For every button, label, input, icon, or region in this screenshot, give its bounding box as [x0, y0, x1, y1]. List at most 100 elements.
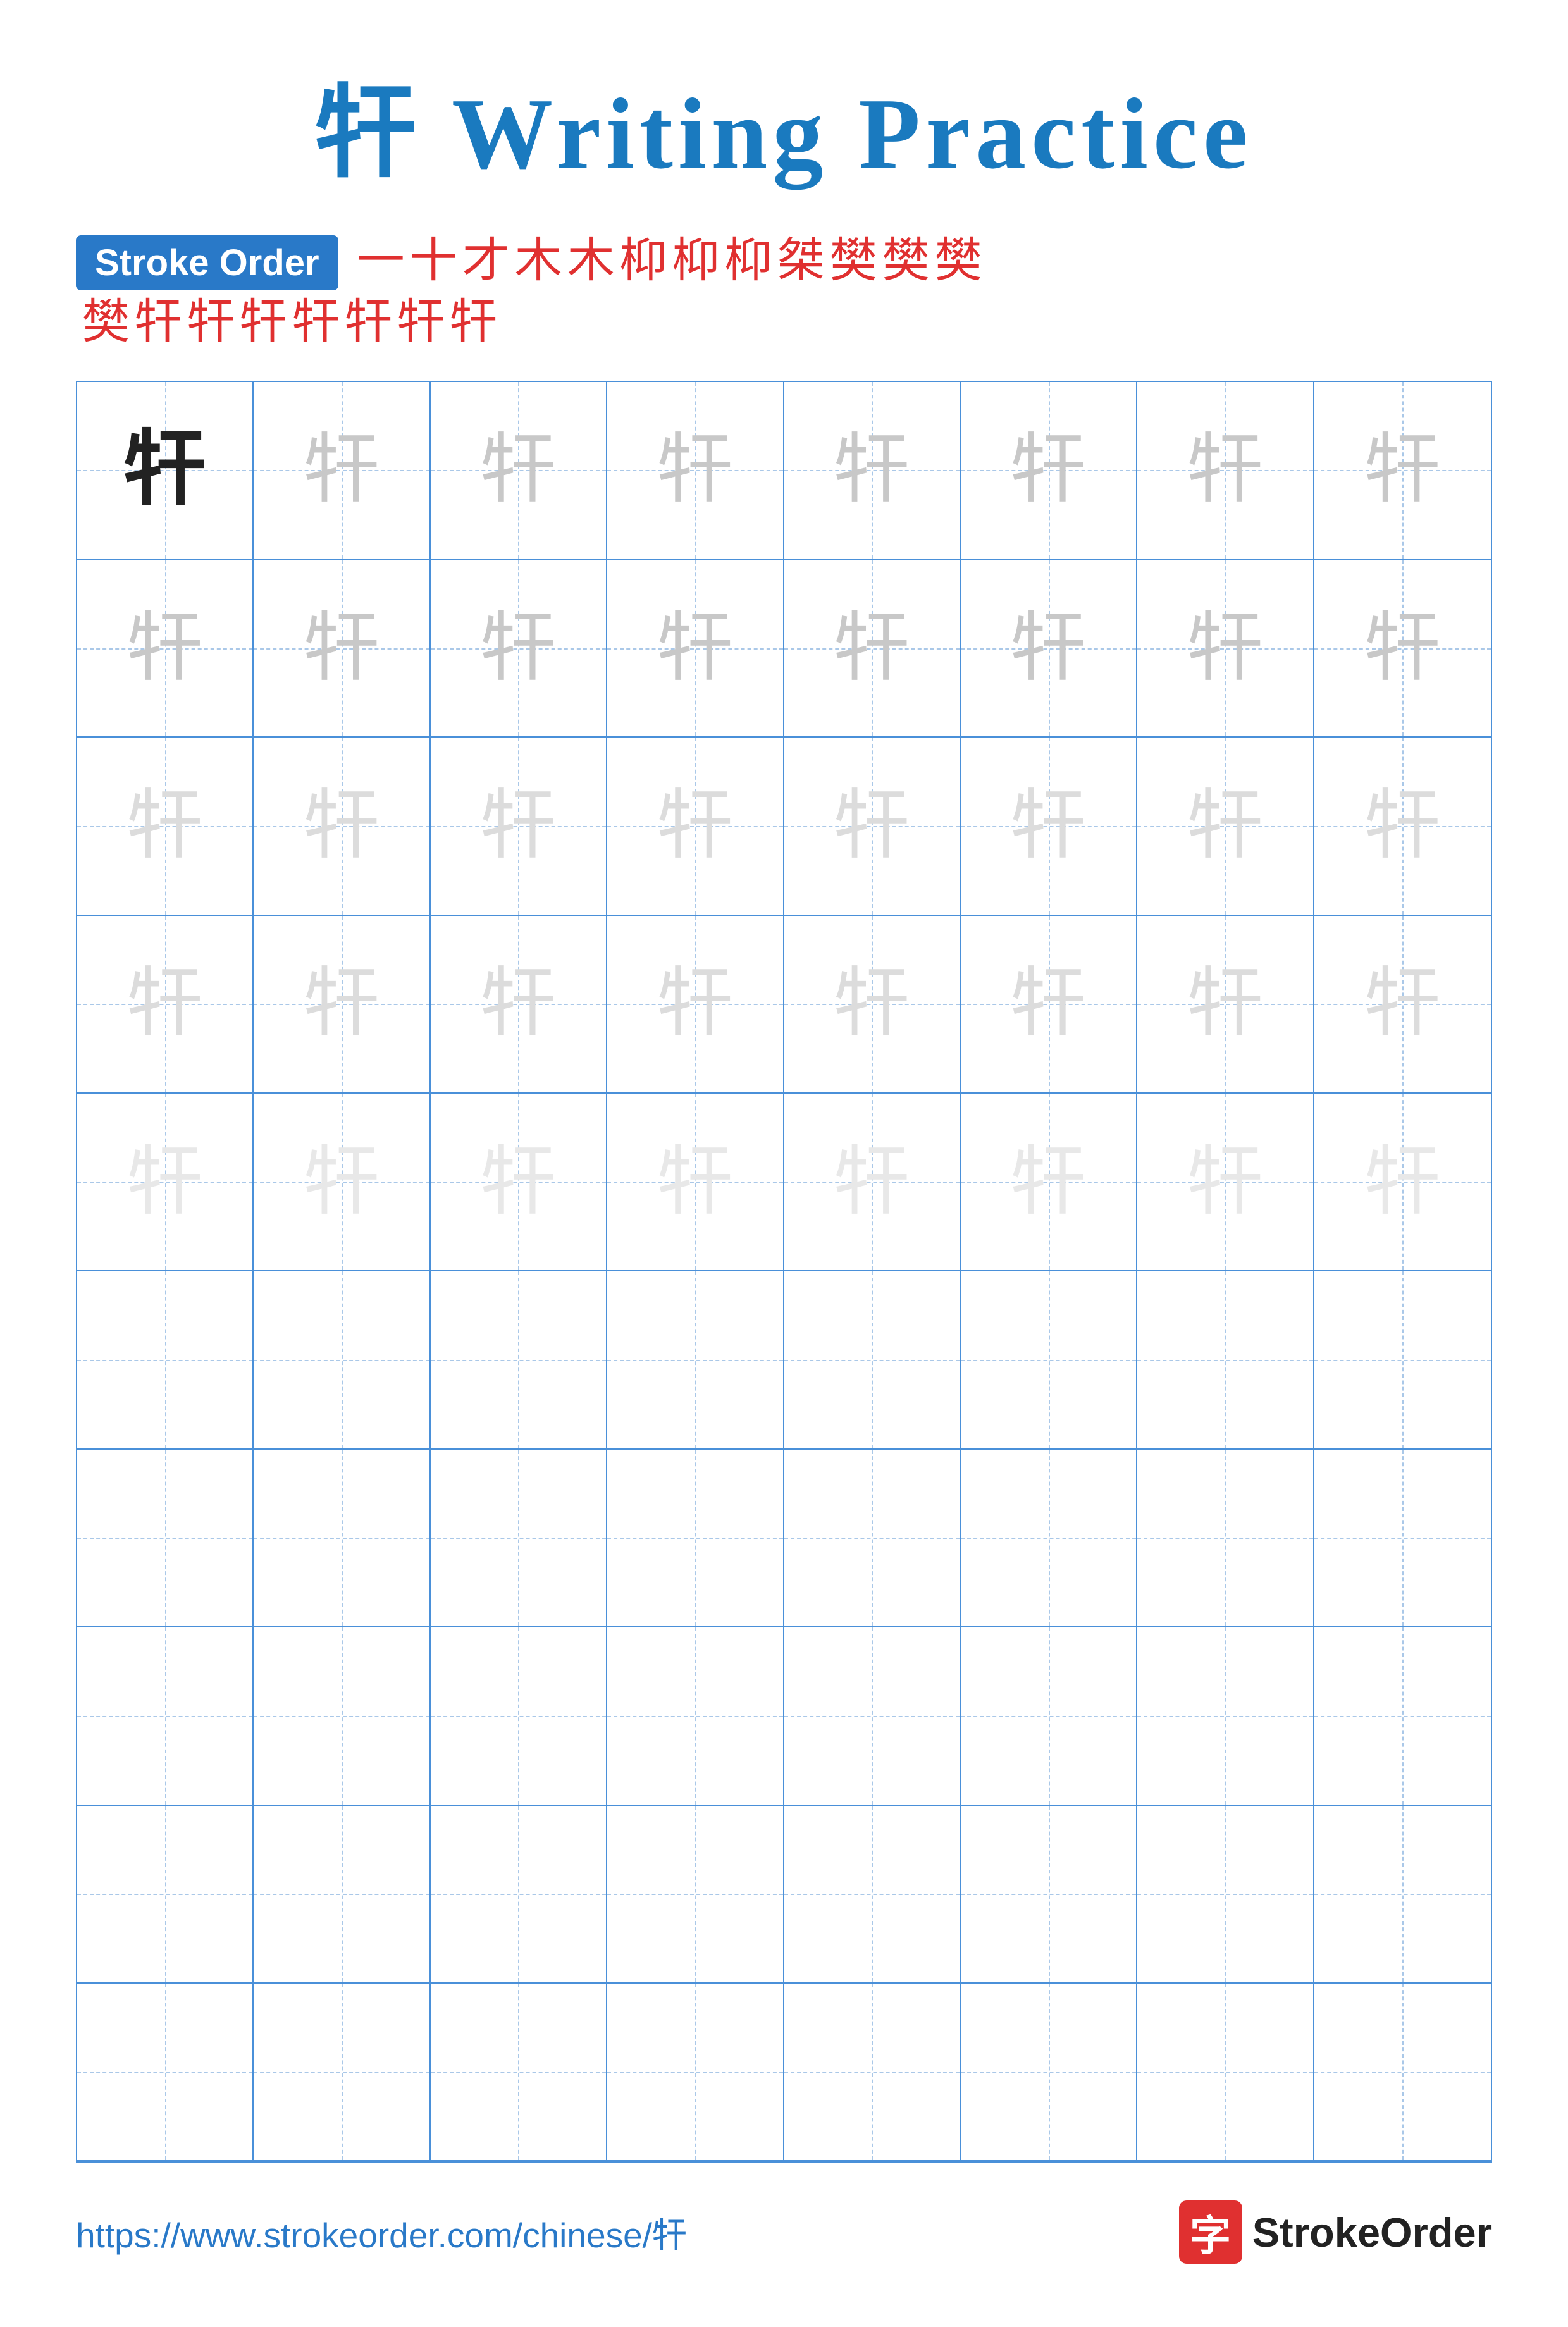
grid-cell-9-3[interactable]	[431, 1806, 607, 1982]
grid-cell-3-5[interactable]: 㸩	[784, 738, 961, 914]
grid-cell-10-1[interactable]	[77, 1984, 254, 2160]
stroke-3: 才	[462, 235, 510, 288]
grid-cell-1-4[interactable]: 㸩	[607, 382, 784, 559]
stroke-19: 㸩	[397, 297, 445, 349]
grid-cell-8-8[interactable]	[1314, 1627, 1491, 1804]
char-medium: 㸩	[1011, 610, 1087, 686]
grid-cell-6-4[interactable]	[607, 1271, 784, 1448]
grid-cell-5-1[interactable]: 㸩	[77, 1094, 254, 1270]
grid-cell-5-2[interactable]: 㸩	[254, 1094, 430, 1270]
grid-cell-6-5[interactable]	[784, 1271, 961, 1448]
grid-cell-4-8[interactable]: 㸩	[1314, 916, 1491, 1092]
grid-cell-6-6[interactable]	[961, 1271, 1137, 1448]
title-area: 㸩 Writing Practice	[76, 51, 1492, 197]
grid-cell-8-3[interactable]	[431, 1627, 607, 1804]
grid-cell-10-8[interactable]	[1314, 1984, 1491, 2160]
grid-cell-9-7[interactable]	[1137, 1806, 1314, 1982]
grid-cell-1-1[interactable]: 㸩	[77, 382, 254, 559]
char-lighter: 㸩	[480, 1144, 556, 1220]
char-medium: 㸩	[1187, 432, 1263, 508]
grid-cell-6-3[interactable]	[431, 1271, 607, 1448]
grid-cell-3-1[interactable]: 㸩	[77, 738, 254, 914]
grid-cell-9-5[interactable]	[784, 1806, 961, 1982]
char-lighter: 㸩	[834, 1144, 910, 1220]
grid-cell-5-7[interactable]: 㸩	[1137, 1094, 1314, 1270]
grid-cell-2-7[interactable]: 㸩	[1137, 560, 1314, 736]
grid-cell-3-2[interactable]: 㸩	[254, 738, 430, 914]
grid-cell-1-8[interactable]: 㸩	[1314, 382, 1491, 559]
grid-cell-3-8[interactable]: 㸩	[1314, 738, 1491, 914]
grid-cell-6-7[interactable]	[1137, 1271, 1314, 1448]
grid-cell-5-4[interactable]: 㸩	[607, 1094, 784, 1270]
grid-cell-6-1[interactable]	[77, 1271, 254, 1448]
grid-cell-10-4[interactable]	[607, 1984, 784, 2160]
grid-cell-1-2[interactable]: 㸩	[254, 382, 430, 559]
grid-cell-2-5[interactable]: 㸩	[784, 560, 961, 736]
grid-cell-2-6[interactable]: 㸩	[961, 560, 1137, 736]
grid-cell-10-7[interactable]	[1137, 1984, 1314, 2160]
grid-cell-4-2[interactable]: 㸩	[254, 916, 430, 1092]
grid-cell-4-3[interactable]: 㸩	[431, 916, 607, 1092]
grid-cell-4-6[interactable]: 㸩	[961, 916, 1137, 1092]
stroke-order-section: Stroke Order 一 十 才 木 木 枊 枊 枊 桀 樊 樊 樊	[76, 235, 1492, 290]
grid-cell-8-2[interactable]	[254, 1627, 430, 1804]
footer-url[interactable]: https://www.strokeorder.com/chinese/㸩	[76, 2207, 687, 2257]
char-lighter: 㸩	[1364, 1144, 1440, 1220]
grid-cell-5-6[interactable]: 㸩	[961, 1094, 1137, 1270]
grid-cell-7-6[interactable]	[961, 1450, 1137, 1626]
grid-cell-4-4[interactable]: 㸩	[607, 916, 784, 1092]
grid-cell-4-5[interactable]: 㸩	[784, 916, 961, 1092]
grid-cell-7-3[interactable]	[431, 1450, 607, 1626]
grid-cell-7-7[interactable]	[1137, 1450, 1314, 1626]
char-light: 㸩	[304, 966, 380, 1042]
grid-cell-8-7[interactable]	[1137, 1627, 1314, 1804]
grid-cell-3-6[interactable]: 㸩	[961, 738, 1137, 914]
grid-cell-10-5[interactable]	[784, 1984, 961, 2160]
grid-cell-7-4[interactable]	[607, 1450, 784, 1626]
grid-cell-6-2[interactable]	[254, 1271, 430, 1448]
grid-cell-7-2[interactable]	[254, 1450, 430, 1626]
grid-cell-2-3[interactable]: 㸩	[431, 560, 607, 736]
grid-cell-8-4[interactable]	[607, 1627, 784, 1804]
grid-cell-1-3[interactable]: 㸩	[431, 382, 607, 559]
grid-cell-10-3[interactable]	[431, 1984, 607, 2160]
stroke-8: 枊	[725, 235, 772, 288]
grid-cell-8-1[interactable]	[77, 1627, 254, 1804]
stroke-17: 㸩	[292, 297, 340, 349]
writing-grid: 㸩 㸩 㸩 㸩 㸩 㸩 㸩 㸩 㸩 㸩 㸩 㸩 㸩 㸩 㸩 㸩 㸩 㸩 㸩 㸩 …	[76, 381, 1492, 2163]
grid-cell-5-8[interactable]: 㸩	[1314, 1094, 1491, 1270]
grid-cell-2-8[interactable]: 㸩	[1314, 560, 1491, 736]
grid-cell-9-1[interactable]	[77, 1806, 254, 1982]
grid-cell-2-2[interactable]: 㸩	[254, 560, 430, 736]
footer: https://www.strokeorder.com/chinese/㸩 字 …	[76, 2200, 1492, 2264]
grid-cell-3-3[interactable]: 㸩	[431, 738, 607, 914]
grid-cell-3-4[interactable]: 㸩	[607, 738, 784, 914]
grid-cell-1-5[interactable]: 㸩	[784, 382, 961, 559]
grid-cell-8-6[interactable]	[961, 1627, 1137, 1804]
char-light: 㸩	[1011, 966, 1087, 1042]
grid-cell-5-3[interactable]: 㸩	[431, 1094, 607, 1270]
grid-cell-2-1[interactable]: 㸩	[77, 560, 254, 736]
grid-cell-4-7[interactable]: 㸩	[1137, 916, 1314, 1092]
grid-cell-1-6[interactable]: 㸩	[961, 382, 1137, 559]
grid-cell-7-1[interactable]	[77, 1450, 254, 1626]
char-medium: 㸩	[657, 432, 733, 508]
grid-cell-2-4[interactable]: 㸩	[607, 560, 784, 736]
grid-cell-9-6[interactable]	[961, 1806, 1137, 1982]
grid-cell-5-5[interactable]: 㸩	[784, 1094, 961, 1270]
grid-cell-10-6[interactable]	[961, 1984, 1137, 2160]
grid-cell-7-5[interactable]	[784, 1450, 961, 1626]
grid-cell-4-1[interactable]: 㸩	[77, 916, 254, 1092]
grid-cell-8-5[interactable]	[784, 1627, 961, 1804]
grid-cell-3-7[interactable]: 㸩	[1137, 738, 1314, 914]
grid-row-3: 㸩 㸩 㸩 㸩 㸩 㸩 㸩 㸩	[77, 738, 1491, 915]
grid-cell-7-8[interactable]	[1314, 1450, 1491, 1626]
grid-cell-9-2[interactable]	[254, 1806, 430, 1982]
char-light: 㸩	[480, 966, 556, 1042]
page-title: 㸩 Writing Practice	[76, 51, 1492, 197]
grid-cell-9-8[interactable]	[1314, 1806, 1491, 1982]
grid-cell-6-8[interactable]	[1314, 1271, 1491, 1448]
grid-cell-9-4[interactable]	[607, 1806, 784, 1982]
grid-cell-1-7[interactable]: 㸩	[1137, 382, 1314, 559]
grid-cell-10-2[interactable]	[254, 1984, 430, 2160]
